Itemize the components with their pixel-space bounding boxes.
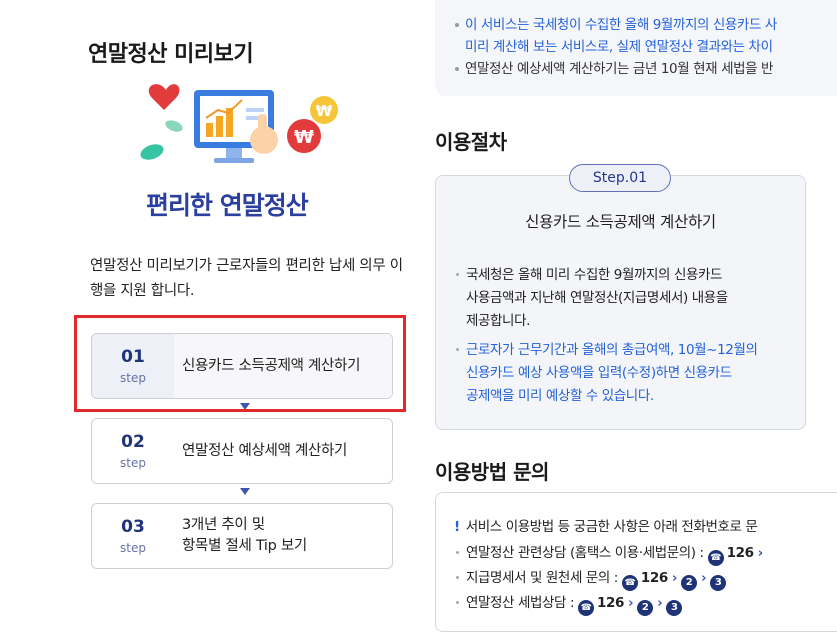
step-title: 신용카드 소득공제액 계산하기 xyxy=(174,334,392,398)
circled-number: 3 xyxy=(710,575,727,591)
phone-icon: ☎ xyxy=(578,600,594,616)
inquiry-box: ! 서비스 이용방법 등 궁금한 사항은 아래 전화번호로 문 연말정산 관련상담… xyxy=(435,492,837,632)
step-title-line1: 3개년 추이 및 xyxy=(182,517,265,533)
phone-icon: ☎ xyxy=(707,550,724,566)
chevron-right-icon: › xyxy=(657,595,663,611)
section-title-inquiry: 이용방법 문의 xyxy=(435,460,549,484)
circled-number: 2 xyxy=(681,575,697,591)
step-arrow-down-icon xyxy=(240,488,250,495)
inquiry-row: 연말정산 관련상담 (홈택스 이용·세법문의) : ☎ 126 › xyxy=(454,541,837,566)
step-label: step xyxy=(120,456,146,470)
inquiry-row: 연말정산 세법상담 : ☎ 126 › 2 › 3 xyxy=(454,591,837,616)
step-number: 03 xyxy=(121,517,145,537)
step-number-box: 03 step xyxy=(92,504,174,568)
chevron-right-icon: › xyxy=(701,570,707,586)
procedure-box: Step.01 신용카드 소득공제액 계산하기 국세청은 올해 미리 수집한 9… xyxy=(435,164,806,430)
step-label: step xyxy=(120,541,146,555)
inquiry-head: ! 서비스 이용방법 등 궁금한 사항은 아래 전화번호로 문 xyxy=(454,519,758,535)
step-title-line2: 항목별 절세 Tip 보기 xyxy=(182,538,307,554)
hero-caption: 편리한 연말정산 xyxy=(146,191,309,220)
section-title-procedure: 이용절차 xyxy=(435,130,507,154)
procedure-item: 근로자가 근무기간과 올해의 총급여액, 10월~12월의 신용카드 예상 사용… xyxy=(454,339,799,408)
hero-illustration: ₩ ₩ xyxy=(140,84,338,163)
step-title: 연말정산 예상세액 계산하기 xyxy=(182,442,348,459)
step-number-box: 01 step xyxy=(92,334,174,398)
phone-icon: ☎ xyxy=(621,575,638,591)
circled-number: 2 xyxy=(637,600,654,616)
page-title: 연말정산 미리보기 xyxy=(88,42,254,67)
notice-box: 이 서비스는 국세청이 수집한 올해 9월까지의 신용카드 사 미리 계산해 보… xyxy=(435,0,837,96)
notice-line: 이 서비스는 국세청이 수집한 올해 9월까지의 신용카드 사 xyxy=(455,14,837,36)
step-card-02[interactable]: 02 step 연말정산 예상세액 계산하기 xyxy=(91,418,393,484)
step-number: 01 xyxy=(121,347,145,367)
step-card-01[interactable]: 01 step 신용카드 소득공제액 계산하기 xyxy=(91,333,393,399)
notice-line: 미리 계산해 보는 서비스로, 실제 연말정산 결과와는 차이 xyxy=(465,39,773,55)
intro-text: 연말정산 미리보기가 근로자들의 편리한 납세 의무 이행을 지원 합니다. xyxy=(90,258,403,299)
coin-symbol-red: ₩ xyxy=(294,127,314,148)
chevron-right-icon: › xyxy=(671,570,678,586)
inquiry-row: 지급명세서 및 원천세 문의 : ☎ 126 › 2 › 3 xyxy=(454,566,837,591)
heart-icon xyxy=(148,84,180,110)
left-panel: 연말정산 미리보기 ₩ ₩ 편리한 연말정산 연말정산 미리보기가 근로자들의 … xyxy=(0,0,420,641)
step-label: step xyxy=(120,371,146,385)
chevron-right-icon: › xyxy=(627,595,634,611)
step-number-box: 02 step xyxy=(92,419,174,483)
procedure-item: 국세청은 올해 미리 수집한 9월까지의 신용카드 사용금액과 지난해 연말정산… xyxy=(454,264,799,333)
coin-symbol: ₩ xyxy=(316,102,333,120)
step-pill: Step.01 xyxy=(569,164,671,192)
circled-number: 3 xyxy=(666,600,683,616)
step-number: 02 xyxy=(121,432,145,452)
step-card-03[interactable]: 03 step 3개년 추이 및 항목별 절세 Tip 보기 xyxy=(91,503,393,569)
procedure-list: 국세청은 올해 미리 수집한 9월까지의 신용카드 사용금액과 지난해 연말정산… xyxy=(454,264,799,414)
exclamation-icon: ! xyxy=(454,519,460,535)
notice-line: 연말정산 예상세액 계산하기는 금년 10월 현재 세법을 반 xyxy=(455,58,837,80)
chevron-right-icon: › xyxy=(757,545,764,561)
step-arrow-down-icon xyxy=(240,403,250,410)
step-title: 3개년 추이 및 항목별 절세 Tip 보기 xyxy=(174,504,392,568)
procedure-step-title: 신용카드 소득공제액 계산하기 xyxy=(525,213,716,231)
right-panel: 이 서비스는 국세청이 수집한 올해 9월까지의 신용카드 사 미리 계산해 보… xyxy=(420,0,837,641)
